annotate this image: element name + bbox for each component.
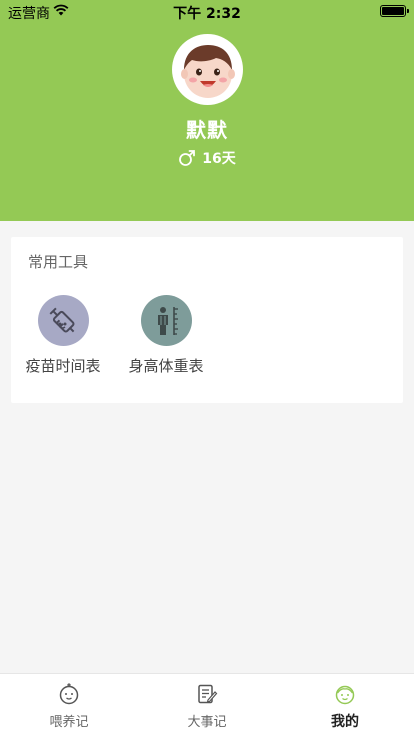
- status-bar: 运营商 下午 2:32: [0, 0, 414, 22]
- male-gender-icon: [179, 150, 196, 166]
- baby-face-icon: [59, 683, 79, 705]
- baby-name: 默默: [186, 118, 228, 142]
- tab-label: 喂养记: [49, 715, 89, 730]
- profile-header: 运营商 下午 2:32 默默 16天: [0, 0, 414, 221]
- battery-icon: [380, 5, 409, 17]
- gender-age-line: 16天: [0, 148, 414, 168]
- tools-card: 常用工具 疫苗时间表 身高体重表: [11, 237, 403, 403]
- tab-label: 我的: [331, 714, 359, 730]
- tool-vaccine-schedule[interactable]: 疫苗时间表: [11, 295, 115, 376]
- tools-title: 常用工具: [28, 253, 89, 271]
- bottom-tab-bar: 喂养记 大事记 我的: [0, 673, 414, 736]
- tool-label: 身高体重表: [128, 357, 204, 375]
- age-days: 16天: [202, 151, 236, 167]
- tool-height-weight[interactable]: 身高体重表: [114, 295, 218, 376]
- tab-mine[interactable]: 我的: [276, 674, 414, 736]
- tool-label: 疫苗时间表: [25, 357, 101, 375]
- tab-label: 大事记: [187, 715, 227, 730]
- height-measure-icon: [140, 295, 192, 346]
- status-time: 下午 2:32: [173, 6, 241, 22]
- tab-feeding[interactable]: 喂养记: [0, 674, 138, 736]
- avatar[interactable]: [172, 34, 243, 105]
- notes-edit-icon: [198, 684, 218, 704]
- vaccine-syringe-icon: [37, 295, 89, 346]
- tab-milestones[interactable]: 大事记: [138, 674, 276, 736]
- baby-face-icon: [335, 685, 355, 705]
- baby-avatar-icon: [180, 44, 235, 98]
